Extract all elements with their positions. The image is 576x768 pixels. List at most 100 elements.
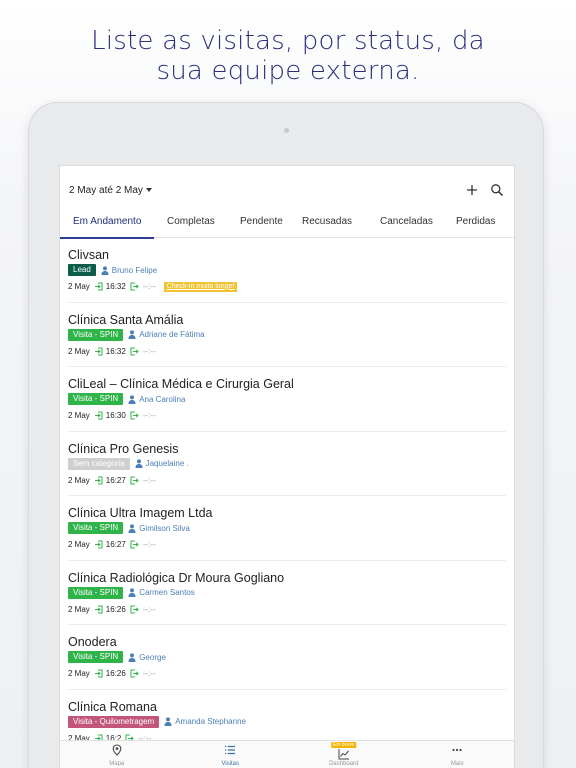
check-in-time: 16:27	[105, 475, 126, 485]
visit-title: Clínica Santa Amália	[68, 312, 184, 327]
check-out-icon	[130, 669, 139, 678]
visit-times: 2 May 16:26 --:--	[68, 668, 156, 679]
assignee: Adriane de Fátima	[128, 330, 205, 339]
check-in-time: 16:32	[105, 346, 126, 356]
person-icon	[164, 717, 172, 726]
check-out-time: --:--	[142, 669, 156, 678]
plus-icon[interactable]	[464, 182, 480, 198]
visit-meta: Visita - SPIN Carmen Santos	[68, 586, 195, 599]
date-range-selector[interactable]: 2 May até 2 May	[69, 185, 152, 196]
visit-meta: Visita - SPIN Ana Carolina	[68, 393, 185, 405]
visit-times: 2 May 16:32 --:--	[68, 346, 156, 357]
visit-date: 2 May	[68, 604, 90, 614]
visit-list-item[interactable]: Clínica Pro Genesis Sem categoria Jaquelai…	[68, 432, 506, 496]
person-icon	[101, 265, 109, 275]
person-icon	[128, 588, 136, 597]
assignee-name: Amanda Stephanne	[175, 717, 246, 726]
bottom-nav: Mapa Visitas Em breve Dashboard Mais	[60, 740, 514, 768]
check-in-icon	[94, 476, 103, 484]
assignee-name: Ana Carolina	[139, 394, 186, 404]
visit-times: 2 May 16:27 --:--	[68, 475, 156, 486]
visit-meta: Visita - SPIN Adriane de Fátima	[68, 328, 205, 341]
visit-times: 2 May 16:32 --:-- Check-in muito longe!	[68, 281, 238, 292]
assignee-name: George	[139, 652, 166, 662]
person-icon	[135, 459, 143, 468]
category-tag: Sem categoria	[68, 457, 130, 470]
visit-times: 2 May 16:26 --:--	[68, 604, 156, 615]
nav-dashboard[interactable]: Em breve Dashboard	[287, 741, 401, 768]
visit-list-item[interactable]: Clivsan Lead Bruno Felipe 2 May 16:32 --:-- Ch…	[68, 238, 506, 303]
person-icon	[128, 652, 136, 662]
visit-list-item[interactable]: Clínica Santa Amália Visita - SPIN Adriane…	[68, 303, 506, 367]
tab-pendente[interactable]: Pendente	[224, 208, 292, 238]
tab-recusadas[interactable]: Recusadas	[292, 208, 366, 238]
tab-perdidas[interactable]: Perdidas	[444, 208, 514, 238]
check-out-time: --:--	[142, 346, 156, 356]
check-out-time: --:--	[142, 604, 156, 614]
check-out-time: --:--	[142, 411, 156, 420]
assignee: Amanda Stephanne	[164, 717, 246, 726]
visit-times: 2 May 16:27 --:--	[68, 539, 156, 550]
assignee: Jaquelaine .	[135, 459, 189, 468]
visit-list-item[interactable]: Clínica Ultra Imagem Ltda Visita - SPIN Gi…	[68, 496, 506, 561]
search-icon[interactable]	[489, 182, 505, 198]
visit-title: Onodera	[68, 635, 117, 649]
headline: Liste as visitas, por status, da sua equ…	[0, 26, 576, 86]
check-out-icon	[130, 476, 139, 484]
visit-date: 2 May	[68, 540, 90, 549]
check-out-icon	[130, 540, 139, 549]
category-tag: Visita - Quilometragem	[68, 715, 160, 728]
check-in-icon	[94, 347, 103, 355]
nav-visitas[interactable]: Visitas	[174, 741, 288, 768]
check-out-icon	[130, 411, 139, 420]
check-in-time: 16:26	[105, 669, 126, 678]
visit-list: Clivsan Lead Bruno Felipe 2 May 16:32 --:-- Ch…	[60, 238, 514, 754]
status-tabs: Em Andamento Completas Pendente Recusada…	[60, 208, 514, 239]
visit-title: CliLeal – Clínica Médica e Cirurgia Gera…	[68, 377, 294, 391]
person-icon	[128, 330, 136, 339]
headline-line-1: Liste as visitas, por status, da	[91, 26, 485, 56]
visit-times: 2 May 16:30 --:--	[68, 410, 156, 421]
check-out-icon	[130, 282, 139, 291]
tab-completas[interactable]: Completas	[154, 208, 224, 238]
visit-title: Clínica Pro Genesis	[68, 441, 179, 456]
visit-meta: Sem categoria Jaquelaine .	[68, 457, 189, 470]
visit-title: Clínica Radiológica Dr Moura Gogliano	[68, 570, 285, 585]
visit-list-item[interactable]: CliLeal – Clínica Médica e Cirurgia Gera…	[68, 367, 506, 432]
visit-date: 2 May	[68, 411, 90, 420]
date-range-label: 2 May até 2 May	[69, 185, 143, 196]
check-out-time: --:--	[142, 282, 156, 291]
assignee-name: Gimilson Silva	[139, 523, 190, 533]
nav-mais[interactable]: Mais	[401, 741, 515, 768]
check-in-time: 16:27	[105, 540, 126, 549]
assignee-name: Bruno Felipe	[111, 265, 158, 275]
check-in-time: 16:26	[105, 604, 126, 614]
assignee-name: Carmen Santos	[139, 588, 195, 597]
toolbar: 2 May até 2 May	[60, 166, 514, 208]
assignee: Gimilson Silva	[128, 524, 190, 533]
tab-canceladas[interactable]: Canceladas	[366, 208, 444, 238]
visit-list-item[interactable]: Clínica Radiológica Dr Moura Gogliano Vis…	[68, 561, 506, 625]
headline-line-2: sua equipe externa.	[156, 56, 420, 86]
visit-meta: Visita - SPIN Gimilson Silva	[68, 522, 190, 534]
check-in-icon	[94, 411, 103, 420]
visit-date: 2 May	[68, 475, 90, 485]
list-icon	[225, 745, 236, 755]
person-icon	[128, 394, 136, 404]
chart-icon	[338, 749, 349, 760]
tab-em-andamento[interactable]: Em Andamento	[60, 208, 154, 239]
person-icon	[128, 523, 136, 533]
assignee: Bruno Felipe	[101, 266, 157, 275]
nav-mapa[interactable]: Mapa	[60, 741, 174, 768]
assignee: George	[128, 653, 166, 662]
visit-meta: Visita - SPIN George	[68, 651, 166, 663]
assignee-name: Adriane de Fátima	[139, 330, 205, 339]
assignee-name: Jaquelaine .	[145, 459, 189, 468]
distance-warning[interactable]: Check-in muito longe!	[163, 281, 238, 292]
visit-date: 2 May	[68, 282, 90, 291]
camera-icon	[284, 128, 289, 133]
check-in-time: 16:32	[105, 282, 126, 291]
assignee: Carmen Santos	[128, 588, 195, 597]
nav-visitas-label: Visitas	[221, 761, 240, 767]
visit-list-item[interactable]: Onodera Visita - SPIN George 2 May 16:26 --:-…	[68, 625, 506, 690]
